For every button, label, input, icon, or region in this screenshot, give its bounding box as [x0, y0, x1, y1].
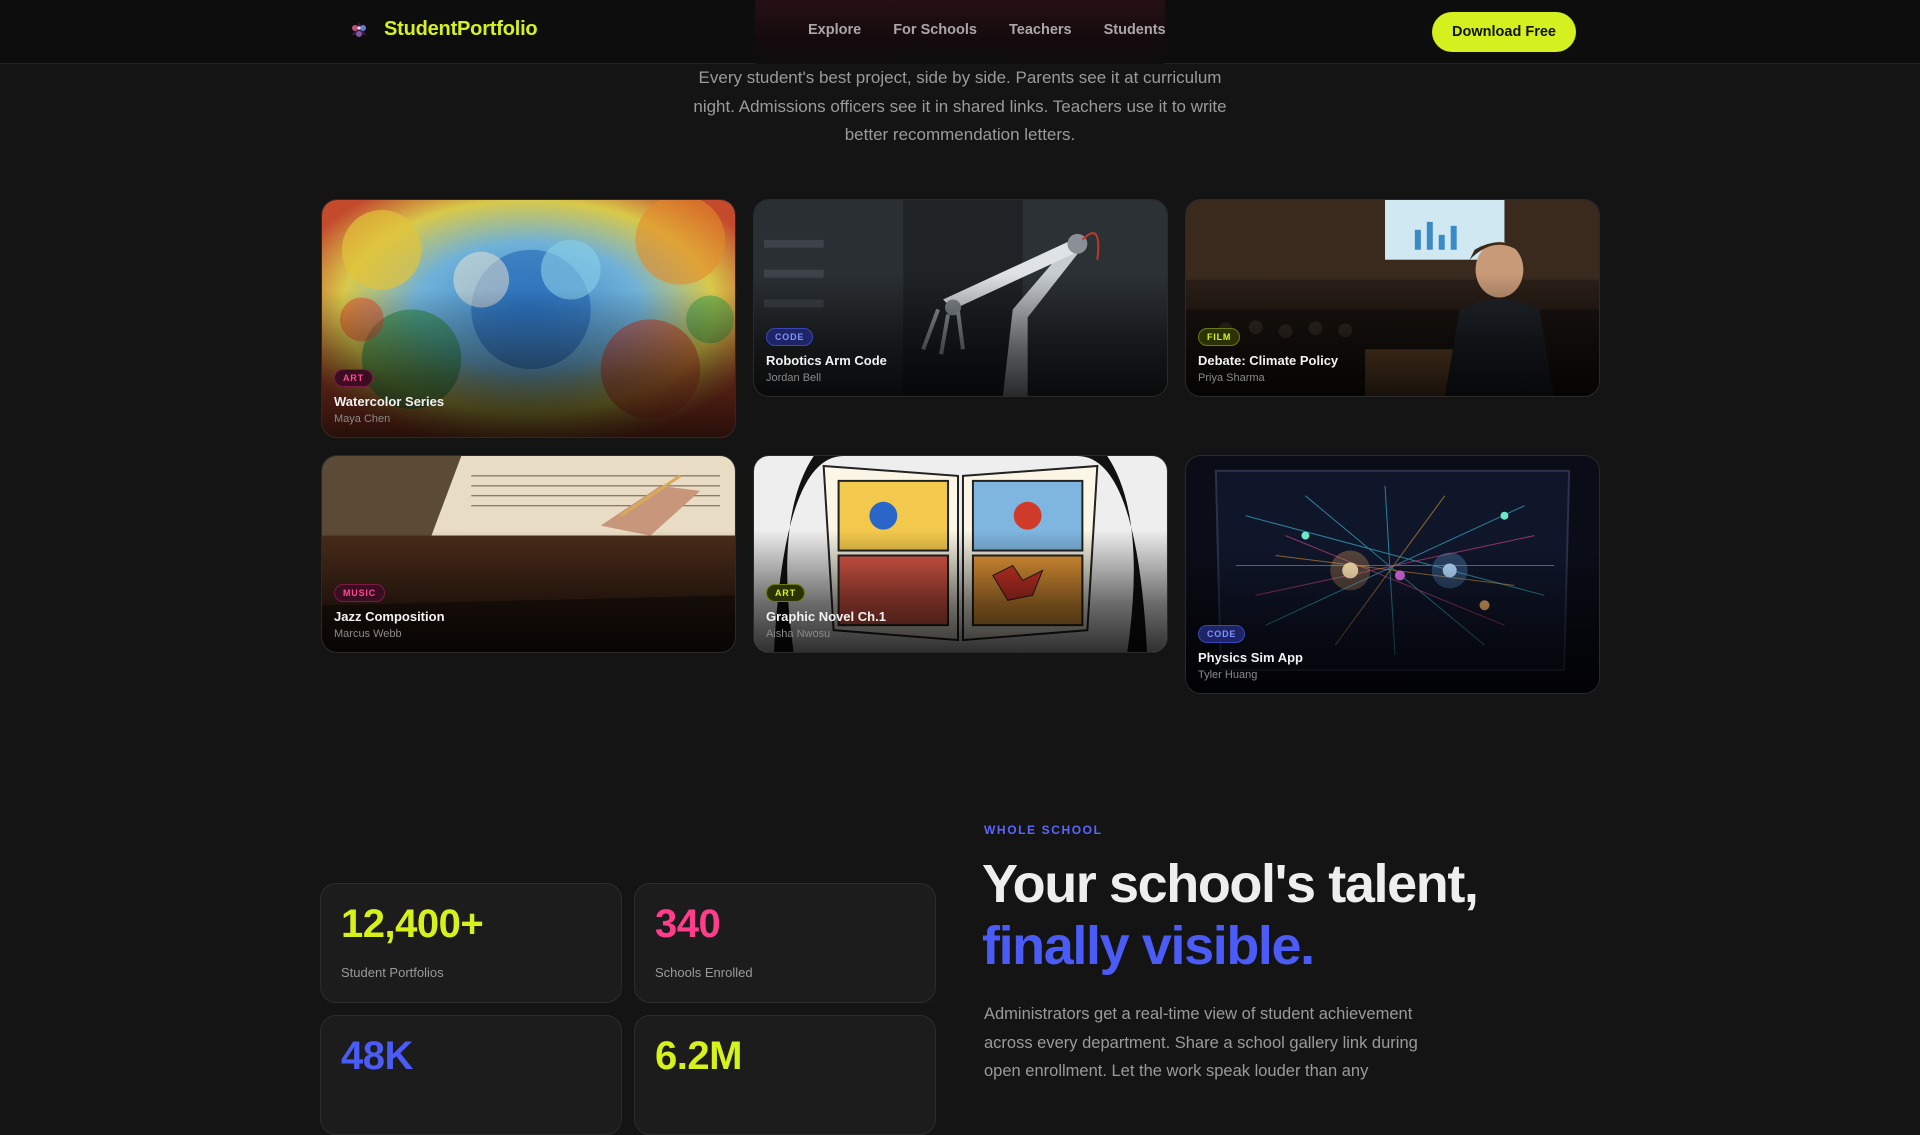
gallery-card-physics-sim[interactable]: CODE Physics Sim App Tyler Huang — [1185, 455, 1600, 694]
gallery-card-graphic-novel[interactable]: ART Graphic Novel Ch.1 Aisha Nwosu — [753, 455, 1168, 653]
card-author: Priya Sharma — [1198, 372, 1265, 384]
section-body: Administrators get a real-time view of s… — [984, 1005, 1418, 1080]
stat-label: Schools Enrolled — [655, 965, 753, 980]
card-author: Maya Chen — [334, 413, 391, 425]
card-meta: ART Watercolor Series Maya Chen — [334, 368, 444, 425]
download-free-button[interactable]: Download Free — [1432, 12, 1576, 52]
card-author: Marcus Webb — [334, 628, 402, 640]
card-author: Aisha Nwosu — [766, 628, 831, 640]
card-meta: CODE Physics Sim App Tyler Huang — [1198, 624, 1303, 681]
card-title: Graphic Novel Ch.1 — [766, 609, 886, 624]
category-tag: FILM — [1198, 328, 1241, 346]
nav-links: Explore For Schools Teachers Students — [808, 22, 1166, 38]
section-eyebrow: WHOLE SCHOOL — [984, 823, 1103, 837]
card-title: Debate: Climate Policy — [1198, 353, 1339, 368]
gallery-card-robotics[interactable]: CODE Robotics Arm Code Jordan Bell — [753, 199, 1168, 397]
category-tag: ART — [766, 584, 805, 602]
gallery-card-watercolor[interactable]: ART Watercolor Series Maya Chen — [321, 199, 736, 438]
headline-main: Your school's talent, — [982, 854, 1479, 914]
category-tag: MUSIC — [334, 584, 385, 602]
nav-link-explore[interactable]: Explore — [808, 22, 861, 38]
card-meta: FILM Debate: Climate Policy Priya Sharma — [1198, 327, 1338, 384]
stat-value: 340 — [655, 902, 721, 946]
card-author: Jordan Bell — [766, 372, 822, 384]
card-title: Watercolor Series — [334, 394, 445, 409]
brand[interactable]: StudentPortfolio — [348, 18, 538, 41]
stat-card-6-2m: 6.2M — [634, 1015, 936, 1135]
card-title: Robotics Arm Code — [766, 353, 887, 368]
stat-card-48k: 48K — [320, 1015, 622, 1135]
palette-icon — [352, 21, 366, 37]
stat-value: 6.2M — [655, 1034, 742, 1078]
nav-link-for-schools[interactable]: For Schools — [893, 22, 977, 38]
stat-card-portfolios: 12,400+ Student Portfolios — [320, 883, 622, 1003]
stat-value: 12,400+ — [341, 902, 484, 946]
category-tag: ART — [334, 369, 373, 387]
section-headline: Your school's talent, finally visible. — [982, 853, 1542, 977]
hero-subtext: Every student's best project, side by si… — [693, 68, 1227, 144]
card-meta: CODE Robotics Arm Code Jordan Bell — [766, 327, 887, 384]
top-nav: StudentPortfolio Explore For Schools Tea… — [0, 0, 1920, 64]
card-title: Physics Sim App — [1198, 650, 1303, 665]
card-author: Tyler Huang — [1198, 669, 1258, 681]
card-meta: MUSIC Jazz Composition Marcus Webb — [334, 583, 445, 640]
category-tag: CODE — [1198, 625, 1246, 643]
card-title: Jazz Composition — [334, 609, 445, 624]
nav-link-teachers[interactable]: Teachers — [1009, 22, 1072, 38]
card-meta: ART Graphic Novel Ch.1 Aisha Nwosu — [766, 583, 886, 640]
category-tag: CODE — [766, 328, 814, 346]
stat-card-schools: 340 Schools Enrolled — [634, 883, 936, 1003]
gallery-card-jazz[interactable]: MUSIC Jazz Composition Marcus Webb — [321, 455, 736, 653]
gallery-card-debate[interactable]: FILM Debate: Climate Policy Priya Sharma — [1185, 199, 1600, 397]
nav-link-students[interactable]: Students — [1104, 22, 1166, 38]
brand-name: StudentPortfolio — [384, 18, 538, 40]
headline-accent: finally visible. — [982, 916, 1315, 976]
stat-label: Student Portfolios — [341, 965, 444, 980]
stat-value: 48K — [341, 1034, 413, 1078]
